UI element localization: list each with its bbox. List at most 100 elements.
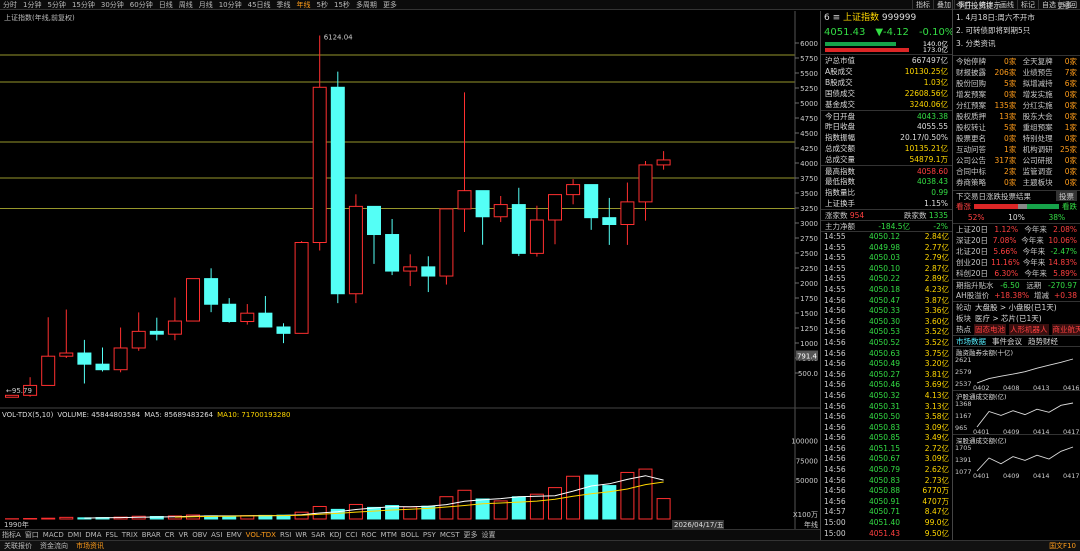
period-tab-15[interactable]: 多周期 <box>353 0 380 9</box>
candle-body[interactable] <box>186 278 200 322</box>
candle-body[interactable] <box>367 205 381 236</box>
period-tab-7[interactable]: 周线 <box>176 0 196 9</box>
candle-body[interactable] <box>439 208 454 277</box>
f10-link[interactable]: 国文F10 <box>1045 541 1080 551</box>
candle-body[interactable] <box>620 201 635 226</box>
candle-body[interactable] <box>511 204 526 254</box>
tip-item[interactable]: 3. 分类资讯 <box>953 37 1080 50</box>
candle-body[interactable] <box>421 266 436 277</box>
event-row[interactable]: 券商策略 0家 主题板块 0家 <box>953 177 1080 188</box>
indicator-tab-5[interactable]: FSL <box>104 531 120 539</box>
indicator-tab-18[interactable]: CCI <box>343 531 359 539</box>
period-tab-13[interactable]: 5秒 <box>314 0 331 9</box>
bottom-tab-0[interactable]: 关联报价 <box>0 541 36 551</box>
candle-body[interactable] <box>149 330 164 335</box>
candle-body[interactable] <box>457 190 472 210</box>
tip-item[interactable]: 2. 可转债即将到期5只 <box>953 24 1080 37</box>
candle-body[interactable] <box>385 234 400 272</box>
period-tab-3[interactable]: 15分钟 <box>69 0 98 9</box>
candle-body[interactable] <box>258 312 273 328</box>
event-row[interactable]: 股份回购 5家 拟增减持 6家 <box>953 78 1080 89</box>
indicator-tab-1[interactable]: 窗口 <box>23 530 41 540</box>
event-row[interactable]: 增发预案 0家 增发实施 0家 <box>953 89 1080 100</box>
candle-body[interactable] <box>59 352 74 357</box>
period-tab-0[interactable]: 分时 <box>0 0 20 9</box>
tool-button-0[interactable]: 指标 <box>912 0 933 9</box>
event-row[interactable]: 合同中标 2家 监管调查 0家 <box>953 166 1080 177</box>
event-row[interactable]: 分红预案 135家 分红实施 0家 <box>953 100 1080 111</box>
candle-body[interactable] <box>95 363 110 371</box>
indicator-tab-12[interactable]: EMV <box>224 531 243 539</box>
candle-body[interactable] <box>5 394 19 398</box>
event-row[interactable]: 股权转让 5家 重组预案 1家 <box>953 122 1080 133</box>
period-tab-16[interactable]: 更多 <box>380 0 400 9</box>
indicator-tab-17[interactable]: KDJ <box>327 531 343 539</box>
indicator-tab-7[interactable]: BRAR <box>140 531 163 539</box>
candle-body[interactable] <box>602 217 617 226</box>
indicator-tab-2[interactable]: MACD <box>41 531 66 539</box>
period-tab-8[interactable]: 月线 <box>196 0 216 9</box>
bottom-tab-1[interactable]: 资金流向 <box>36 541 72 551</box>
candle-body[interactable] <box>294 242 309 334</box>
candle-body[interactable] <box>131 330 146 349</box>
candle-body[interactable] <box>475 190 490 218</box>
indicator-tab-0[interactable]: 指标A <box>0 530 23 540</box>
period-tab-9[interactable]: 10分钟 <box>216 0 245 9</box>
period-tab-14[interactable]: 15秒 <box>331 0 353 9</box>
indicator-tab-15[interactable]: WR <box>293 531 309 539</box>
candle-body[interactable] <box>204 278 219 305</box>
info-tab-0[interactable]: 市场数据 <box>956 336 986 346</box>
candle-body[interactable] <box>167 320 182 335</box>
vote-button[interactable]: 投票 <box>1056 191 1077 201</box>
indicator-tab-23[interactable]: MCST <box>438 531 462 539</box>
event-row[interactable]: 公司公告 317家 公司研报 0家 <box>953 155 1080 166</box>
tool-button-1[interactable]: 叠加 <box>933 0 954 9</box>
event-row[interactable]: 股票更名 0家 特别处理 0家 <box>953 133 1080 144</box>
period-tab-12[interactable]: 年线 <box>294 0 314 9</box>
candle-body[interactable] <box>41 355 56 386</box>
kline-chart-area[interactable]: 6000 5750 5500 5250 5000 4750 4500 4250 4000 3750… <box>0 11 820 529</box>
more-link[interactable]: 更多.. <box>1057 0 1077 11</box>
indicator-tab-25[interactable]: 设置 <box>480 530 498 540</box>
period-tab-4[interactable]: 30分钟 <box>98 0 127 9</box>
indicator-tab-20[interactable]: MTM <box>379 531 399 539</box>
candle-body[interactable] <box>638 164 653 203</box>
candle-body[interactable] <box>529 219 544 254</box>
candle-body[interactable] <box>403 266 418 272</box>
vol-indicator-name[interactable]: VOL-TDX(5,10) <box>2 411 53 419</box>
indicator-tab-4[interactable]: DMA <box>83 531 103 539</box>
period-tab-2[interactable]: 5分钟 <box>44 0 68 9</box>
indicator-tab-22[interactable]: PSY <box>421 531 438 539</box>
indicator-tab-3[interactable]: DMI <box>66 531 84 539</box>
hot-topic[interactable]: 商业航天 <box>1051 324 1080 335</box>
kline-chart[interactable]: 6000 5750 5500 5250 5000 4750 4500 4250 4000 3750… <box>0 11 820 529</box>
candle-body[interactable] <box>493 204 508 218</box>
info-tab-1[interactable]: 事件会议 <box>992 336 1022 346</box>
indicator-tab-19[interactable]: ROC <box>359 531 378 539</box>
candle-body[interactable] <box>312 86 327 243</box>
period-tab-6[interactable]: 日线 <box>156 0 176 9</box>
candle-body[interactable] <box>348 205 363 295</box>
indicator-tab-21[interactable]: BOLL <box>399 531 421 539</box>
indicator-tab-24[interactable]: 更多 <box>462 530 480 540</box>
indicator-tab-16[interactable]: SAR <box>309 531 327 539</box>
event-row[interactable]: 今始停牌 0家 全天复牌 0家 <box>953 56 1080 67</box>
candle-body[interactable] <box>276 326 291 334</box>
period-tab-10[interactable]: 45日线 <box>245 0 274 9</box>
indicator-tab-14[interactable]: RSI <box>278 531 293 539</box>
menu-icon[interactable]: ≡ <box>833 13 843 23</box>
candle-body[interactable] <box>548 194 562 221</box>
indicator-tab-10[interactable]: OBV <box>190 531 209 539</box>
tip-item[interactable]: 1. 4月18日:周六不开市 <box>953 11 1080 24</box>
indicator-tab-13[interactable]: VOL-TDX <box>244 531 278 539</box>
candle-body[interactable] <box>584 184 599 219</box>
indicator-tab-9[interactable]: VR <box>177 531 191 539</box>
event-row[interactable]: 财报披露 206家 业绩预告 7家 <box>953 67 1080 78</box>
candle-body[interactable] <box>566 184 581 196</box>
candle-body[interactable] <box>656 159 671 166</box>
period-tab-1[interactable]: 1分钟 <box>20 0 44 9</box>
period-tab-11[interactable]: 季线 <box>274 0 294 9</box>
candle-body[interactable] <box>77 352 92 365</box>
indicator-tab-6[interactable]: TRIX <box>120 531 140 539</box>
candle-body[interactable] <box>113 347 128 371</box>
